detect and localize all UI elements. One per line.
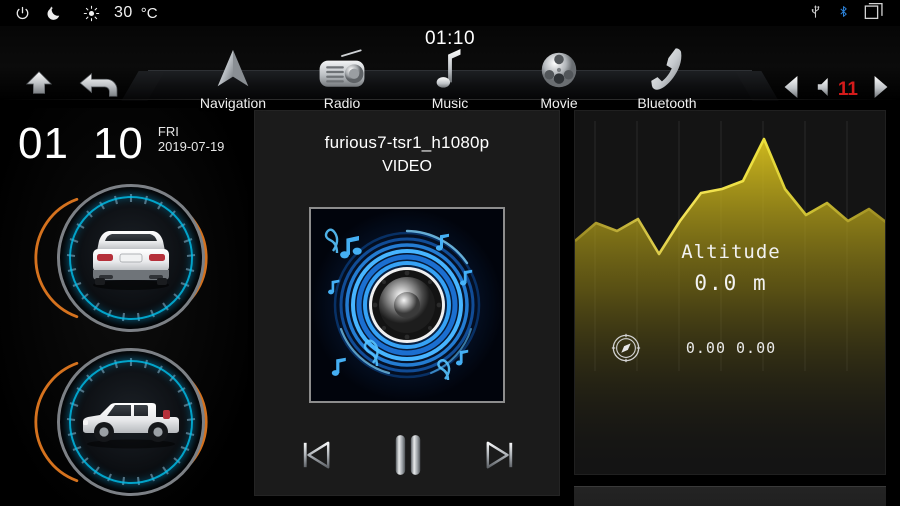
clock-day-of-week: FRI bbox=[157, 124, 179, 139]
home-button[interactable] bbox=[20, 68, 58, 103]
page-left-icon[interactable] bbox=[780, 74, 802, 105]
header-clock: 01:10 bbox=[424, 28, 476, 49]
left-panel: 01 10 FRI 2019-07-19 bbox=[0, 108, 248, 506]
menu-item-navigation[interactable]: Navigation bbox=[173, 46, 293, 118]
music-note-icon bbox=[429, 46, 471, 92]
menu-item-music[interactable]: Music bbox=[390, 46, 510, 118]
menu-item-bluetooth[interactable]: Bluetooth bbox=[607, 46, 727, 118]
speaker-icon[interactable] bbox=[816, 76, 834, 103]
menu-label-radio: Radio bbox=[323, 95, 361, 111]
altitude-label: Altitude bbox=[681, 241, 781, 263]
film-reel-icon bbox=[536, 46, 582, 92]
car-rear-view-image bbox=[93, 231, 169, 290]
phone-handset-icon bbox=[644, 46, 690, 92]
page-right-icon[interactable] bbox=[870, 74, 892, 105]
album-art-frame[interactable] bbox=[309, 207, 505, 403]
pause-button[interactable] bbox=[391, 433, 425, 477]
next-track-button[interactable] bbox=[485, 439, 515, 471]
search-panel bbox=[574, 486, 886, 506]
clock-hours: 01 bbox=[18, 119, 69, 168]
status-bar: 30 °C bbox=[0, 0, 900, 26]
altitude-panel: Altitude 0.0 m 0.00 0.00 bbox=[574, 110, 886, 475]
parking-sensor-side-gauge[interactable] bbox=[28, 348, 214, 496]
main-menu-bar: 01:10 Navigation Radio Music Movie Bluet… bbox=[0, 26, 900, 111]
temperature-unit: °C bbox=[140, 4, 158, 22]
recent-apps-icon[interactable] bbox=[864, 2, 886, 20]
parking-sensor-rear-gauge[interactable] bbox=[28, 184, 214, 332]
clock-widget: 01 10 FRI 2019-07-19 bbox=[18, 121, 224, 167]
altitude-value: 0.0 m bbox=[694, 271, 768, 295]
menu-item-radio[interactable]: Radio bbox=[282, 46, 402, 118]
main-content: 01 10 FRI 2019-07-19 furious7-tsr1_h1080… bbox=[0, 100, 900, 506]
menu-item-movie[interactable]: Movie bbox=[499, 46, 619, 118]
menu-label-bluetooth: Bluetooth bbox=[637, 95, 697, 111]
media-title: furious7-tsr1_h1080p bbox=[324, 133, 490, 152]
menu-label-navigation: Navigation bbox=[199, 95, 267, 111]
menu-label-music: Music bbox=[431, 95, 469, 111]
infotainment-screen: 30 °C 01:10 Navigation Radio Music Movie… bbox=[0, 0, 900, 506]
back-button[interactable] bbox=[78, 68, 122, 105]
media-type: VIDEO bbox=[382, 158, 432, 175]
temperature-value: 30 bbox=[114, 4, 133, 21]
radio-icon bbox=[314, 46, 370, 92]
media-panel: furious7-tsr1_h1080p VIDEO bbox=[254, 110, 560, 496]
transport-controls bbox=[255, 433, 561, 477]
volume-control-group: 11 bbox=[780, 74, 892, 105]
clock-date: 2019-07-19 bbox=[157, 139, 225, 154]
bluetooth-icon bbox=[837, 3, 850, 20]
menu-label-movie: Movie bbox=[540, 95, 578, 111]
power-icon[interactable] bbox=[14, 5, 31, 22]
gps-coordinates: 0.00 0.00 bbox=[685, 339, 777, 357]
volume-level: 11 bbox=[837, 78, 858, 100]
moon-star-icon[interactable] bbox=[45, 4, 63, 22]
navigation-arrow-icon bbox=[210, 46, 256, 92]
sun-icon[interactable] bbox=[83, 5, 100, 22]
previous-track-button[interactable] bbox=[301, 439, 331, 471]
music-speaker-artwork bbox=[311, 209, 503, 401]
clock-minutes: 10 bbox=[92, 119, 144, 168]
usb-icon bbox=[808, 3, 823, 19]
car-side-view-image bbox=[83, 403, 179, 449]
